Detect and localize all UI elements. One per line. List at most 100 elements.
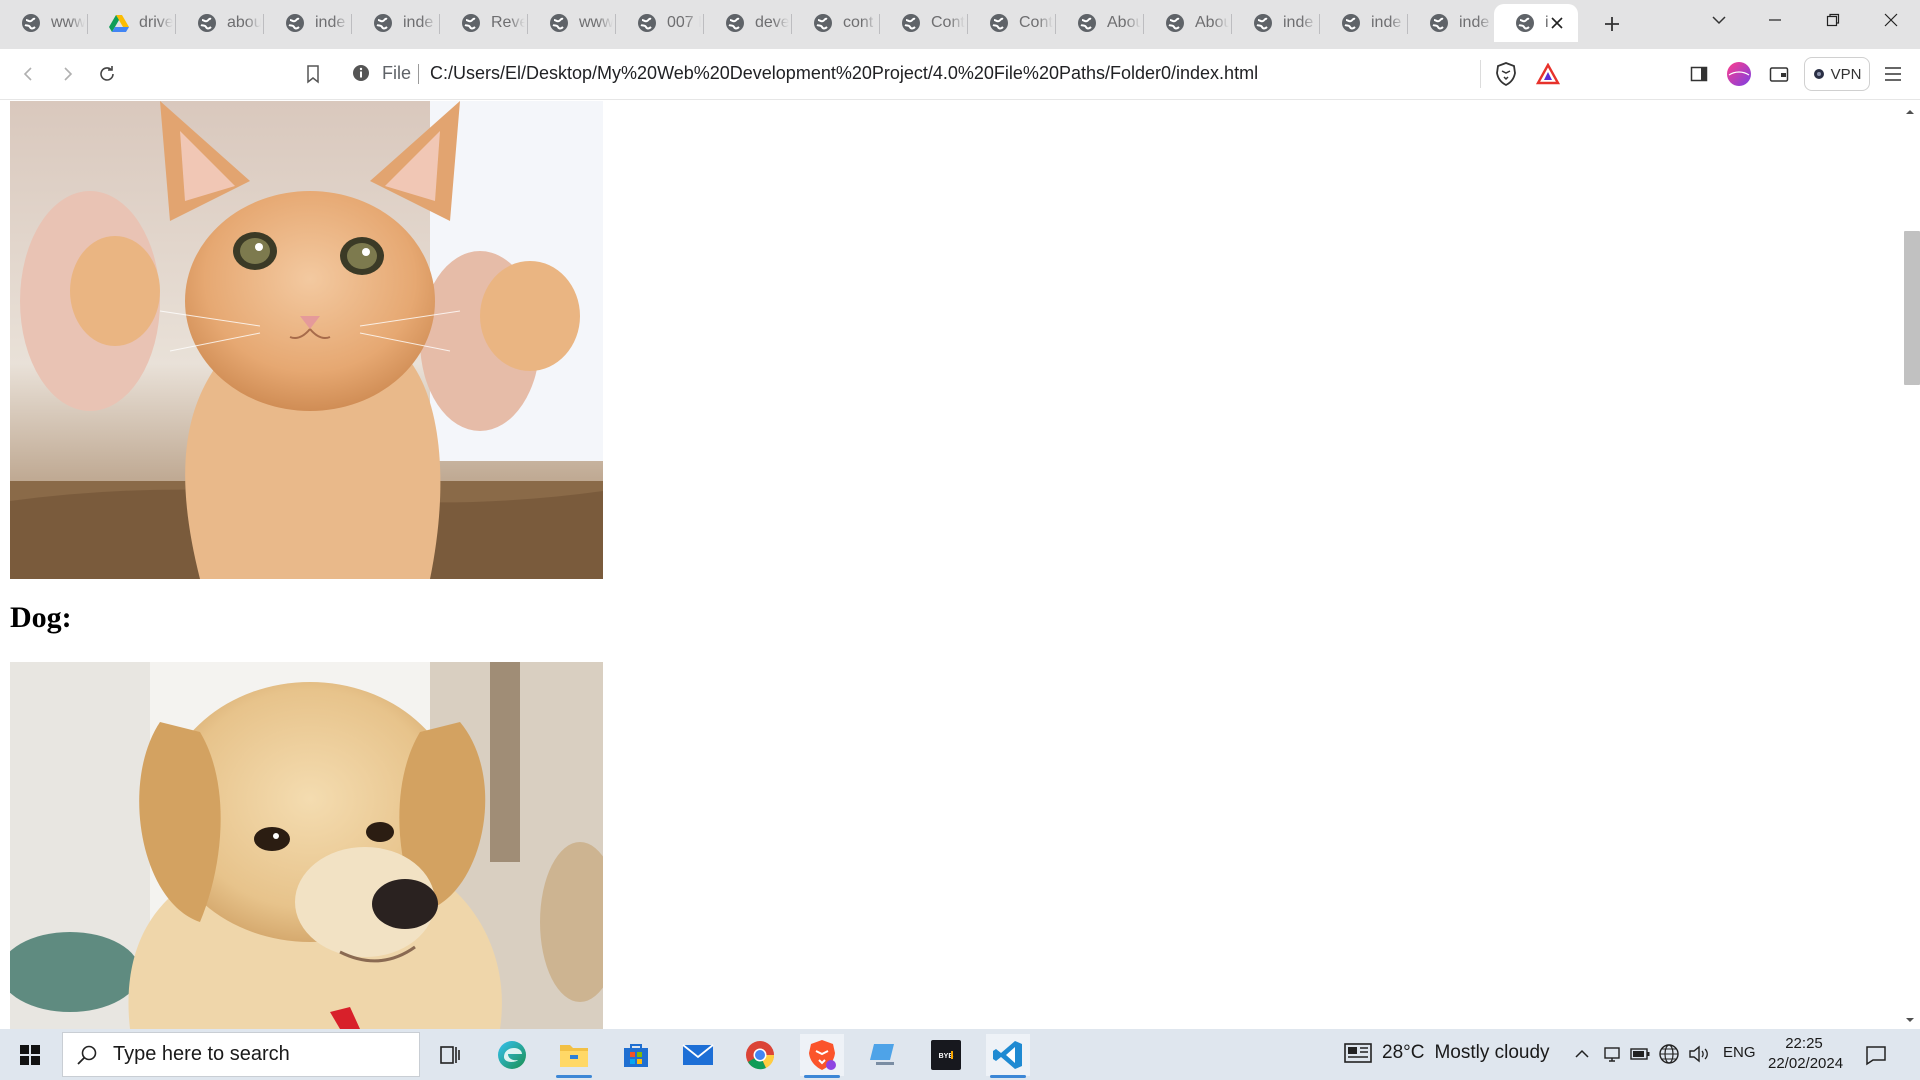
browser-tab[interactable]: Abou [1056, 4, 1144, 42]
close-window-button[interactable] [1876, 8, 1906, 32]
reload-button[interactable] [94, 61, 120, 87]
tray-meet-now[interactable] [1601, 1043, 1623, 1065]
taskbar-store[interactable] [614, 1034, 658, 1076]
brave-shields-button[interactable] [1493, 61, 1519, 87]
minimize-button[interactable] [1760, 8, 1790, 32]
taskbar-search-box[interactable]: Type here to search [62, 1032, 420, 1077]
news-weather-icon [1344, 1043, 1372, 1063]
globe-icon [20, 12, 42, 34]
tab-close-button[interactable] [1548, 14, 1566, 32]
page-scrollbar[interactable] [1900, 101, 1920, 1029]
restore-button[interactable] [1818, 8, 1848, 32]
globe-icon [284, 12, 306, 34]
browser-tab[interactable]: www [528, 4, 616, 42]
globe-icon [1514, 12, 1536, 34]
browser-tab[interactable]: Cont [968, 4, 1056, 42]
tray-network[interactable] [1658, 1043, 1680, 1065]
browser-tab[interactable]: www [0, 4, 88, 42]
browser-tab[interactable]: cont [792, 4, 880, 42]
windows-logo-icon [20, 1045, 40, 1065]
vpn-button[interactable]: VPN [1804, 57, 1870, 91]
browser-tab[interactable]: inde [352, 4, 440, 42]
tab-title: drive [139, 14, 173, 31]
taskbar-remote-desktop[interactable] [862, 1034, 906, 1076]
taskbar-file-explorer[interactable] [552, 1034, 596, 1078]
bookmark-button[interactable] [300, 61, 326, 87]
taskbar-bybit[interactable]: BYB [924, 1034, 968, 1076]
address-bar[interactable]: File C:/Users/El/Desktop/My%20Web%20Deve… [344, 55, 1479, 93]
brave-rewards-button[interactable] [1535, 61, 1561, 87]
taskbar-vscode[interactable] [986, 1034, 1030, 1078]
language-indicator[interactable]: ENG [1723, 1044, 1756, 1061]
battery-icon [1630, 1048, 1650, 1060]
bookmark-icon [307, 65, 319, 84]
show-hidden-icons-button[interactable] [1571, 1043, 1593, 1065]
site-info-icon[interactable] [352, 64, 372, 84]
avatar-icon [1727, 62, 1751, 86]
main-menu-button[interactable] [1880, 61, 1906, 87]
browser-tab[interactable]: inde [1232, 4, 1320, 42]
scrollbar-thumb[interactable] [1904, 231, 1920, 385]
forward-button[interactable] [54, 61, 80, 87]
globe-icon [636, 12, 658, 34]
taskbar-clock[interactable]: 22:25 22/02/2024 [1768, 1034, 1843, 1074]
triangle-down-icon [1906, 1018, 1914, 1022]
profile-avatar[interactable] [1726, 61, 1752, 87]
new-tab-button[interactable] [1600, 12, 1624, 36]
globe-icon [724, 12, 746, 34]
chevron-up-icon [1575, 1049, 1589, 1058]
tray-battery[interactable] [1629, 1043, 1651, 1065]
task-view-icon [440, 1046, 460, 1064]
browser-tab[interactable]: Abou [1144, 4, 1232, 42]
wallet-button[interactable] [1766, 61, 1792, 87]
globe-icon [460, 12, 482, 34]
task-view-button[interactable] [428, 1034, 472, 1076]
tray-volume[interactable] [1688, 1043, 1710, 1065]
browser-tab[interactable]: i [1494, 4, 1578, 42]
taskbar-mail[interactable] [676, 1034, 720, 1076]
weather-condition: Mostly cloudy [1434, 1042, 1550, 1063]
windows-taskbar: Type here to search BYB 28°C Mostly clou… [0, 1029, 1920, 1080]
browser-tab[interactable]: deve [704, 4, 792, 42]
start-button[interactable] [10, 1039, 50, 1071]
tab-title: Abou [1107, 14, 1141, 31]
tab-title: deve [755, 14, 789, 31]
browser-tab[interactable]: 007 I [616, 4, 704, 42]
store-icon [624, 1044, 648, 1067]
vpn-status-icon [1813, 69, 1824, 79]
globe-network-icon [1659, 1044, 1679, 1064]
chrome-icon [746, 1041, 775, 1070]
tab-title: www [579, 14, 613, 31]
tab-title: 007 I [667, 14, 701, 31]
browser-tab[interactable]: Cont [880, 4, 968, 42]
toolbar-divider [1480, 60, 1481, 88]
vpn-label: VPN [1830, 65, 1862, 83]
browser-tab[interactable]: inde [264, 4, 352, 42]
globe-icon [900, 12, 922, 34]
scroll-down-arrow[interactable] [1904, 1013, 1916, 1025]
taskbar-brave[interactable] [800, 1034, 844, 1078]
browser-tab[interactable]: inde [1320, 4, 1408, 42]
tab-search-button[interactable] [1704, 8, 1734, 32]
sidebar-toggle-button[interactable] [1686, 61, 1712, 87]
url-text[interactable]: C:/Users/El/Desktop/My%20Web%20Developme… [430, 63, 1258, 84]
browser-tab[interactable]: abou [176, 4, 264, 42]
taskbar-chrome[interactable] [738, 1034, 782, 1076]
cat-image [10, 101, 603, 579]
weather-widget[interactable]: 28°C Mostly cloudy [1344, 1042, 1550, 1064]
browser-tab[interactable]: drive [88, 4, 176, 42]
remote-desktop-icon [870, 1044, 894, 1065]
bybit-icon: BYB [931, 1040, 961, 1070]
back-button[interactable] [16, 61, 42, 87]
tab-title: abou [227, 14, 261, 31]
close-icon [1884, 13, 1898, 27]
globe-icon [812, 12, 834, 34]
triangle-up-icon [1906, 110, 1914, 114]
globe-icon [1164, 12, 1186, 34]
browser-tab[interactable]: inde [1408, 4, 1496, 42]
scroll-up-arrow[interactable] [1904, 105, 1916, 117]
notification-center-button[interactable] [1864, 1043, 1888, 1067]
chevron-down-icon [1712, 16, 1726, 25]
browser-tab[interactable]: Reve [440, 4, 528, 42]
taskbar-edge[interactable] [490, 1034, 534, 1076]
